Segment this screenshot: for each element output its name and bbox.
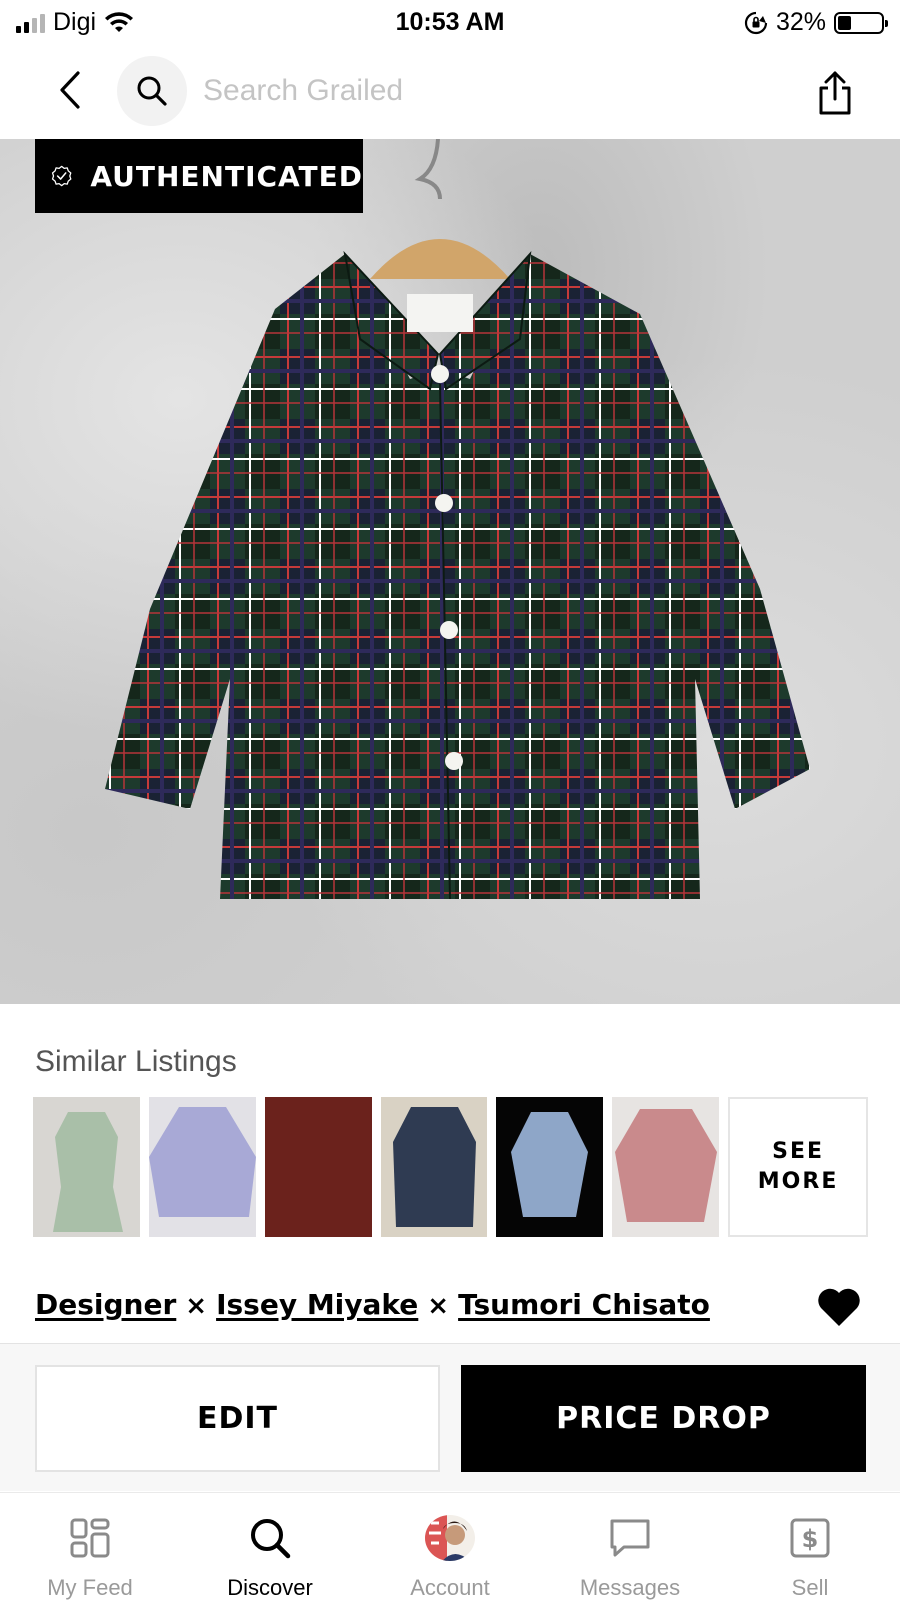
listing-action-bar: EDIT PRICE DROP — [0, 1343, 900, 1491]
similar-listing-thumb[interactable] — [148, 1097, 256, 1237]
tab-label: Messages — [579, 1575, 681, 1600]
battery-icon — [834, 11, 888, 34]
battery-info: 32% — [744, 8, 888, 37]
status-bar: Digi 10:53 AM 32% — [0, 0, 900, 48]
favorite-button[interactable] — [816, 1286, 862, 1328]
thumbnail-image — [53, 1112, 123, 1232]
see-more-button[interactable]: SEE MORE — [728, 1097, 868, 1237]
tab-sell[interactable]: $ Sell — [720, 1493, 900, 1600]
search-icon[interactable] — [117, 56, 187, 126]
designer-link[interactable]: Designer — [35, 1288, 176, 1321]
designer-links: Designer × Issey Miyake × Tsumori Chisat… — [35, 1288, 710, 1321]
designer-separator: × — [185, 1291, 208, 1321]
similar-listing-thumb[interactable] — [380, 1097, 488, 1237]
chevron-left-icon — [60, 71, 80, 109]
tab-label: Account — [410, 1575, 490, 1600]
grid-feed-icon — [67, 1515, 113, 1561]
verified-check-icon — [51, 165, 72, 187]
tab-label: Sell — [791, 1575, 829, 1600]
thumbnail-image — [148, 1107, 256, 1217]
svg-text:$: $ — [802, 1525, 819, 1553]
nav-bar — [0, 54, 900, 138]
back-button[interactable] — [50, 66, 90, 114]
similar-listing-thumb[interactable] — [496, 1097, 604, 1237]
heart-icon — [818, 1288, 860, 1326]
search-bar[interactable] — [117, 56, 767, 126]
avatar — [425, 1515, 475, 1561]
designer-link[interactable]: Issey Miyake — [216, 1288, 418, 1321]
designer-separator: × — [427, 1291, 450, 1321]
orientation-lock-icon — [744, 11, 768, 34]
price-drop-button[interactable]: PRICE DROP — [461, 1365, 866, 1472]
listing-image-carousel[interactable]: AUTHENTICATED — [0, 139, 900, 1004]
tab-messages[interactable]: Messages — [540, 1493, 720, 1600]
tab-label: Discover — [227, 1575, 313, 1600]
similar-listing-thumb[interactable] — [612, 1097, 720, 1237]
search-input[interactable] — [203, 74, 723, 108]
tab-discover[interactable]: Discover — [180, 1493, 360, 1600]
thumbnail-image — [392, 1107, 476, 1227]
tab-account[interactable]: Account — [360, 1493, 540, 1600]
listing-photo — [105, 139, 810, 900]
tab-label: My Feed — [47, 1575, 133, 1600]
tab-my-feed[interactable]: My Feed — [0, 1493, 180, 1600]
edit-button[interactable]: EDIT — [35, 1365, 440, 1472]
dollar-tag-icon: $ — [787, 1515, 833, 1561]
share-button[interactable] — [810, 68, 860, 118]
thumbnail-image — [511, 1112, 589, 1217]
battery-percent: 32% — [775, 8, 826, 36]
designer-link[interactable]: Tsumori Chisato — [458, 1288, 710, 1321]
authenticated-badge: AUTHENTICATED — [35, 139, 363, 213]
similar-listing-thumb[interactable] — [264, 1097, 372, 1237]
share-icon — [819, 71, 851, 115]
bottom-tab-bar: My Feed Discover Account Messages $ Sell — [0, 1492, 900, 1600]
search-icon — [247, 1515, 293, 1561]
similar-listings-row: SEE MORE — [33, 1097, 868, 1237]
authenticated-label: AUTHENTICATED — [90, 159, 363, 193]
thumbnail-image — [264, 1097, 372, 1237]
similar-listings-title: Similar Listings — [35, 1045, 237, 1078]
similar-listing-thumb[interactable] — [33, 1097, 140, 1237]
chat-bubble-icon — [607, 1515, 653, 1561]
thumbnail-image — [615, 1109, 718, 1222]
